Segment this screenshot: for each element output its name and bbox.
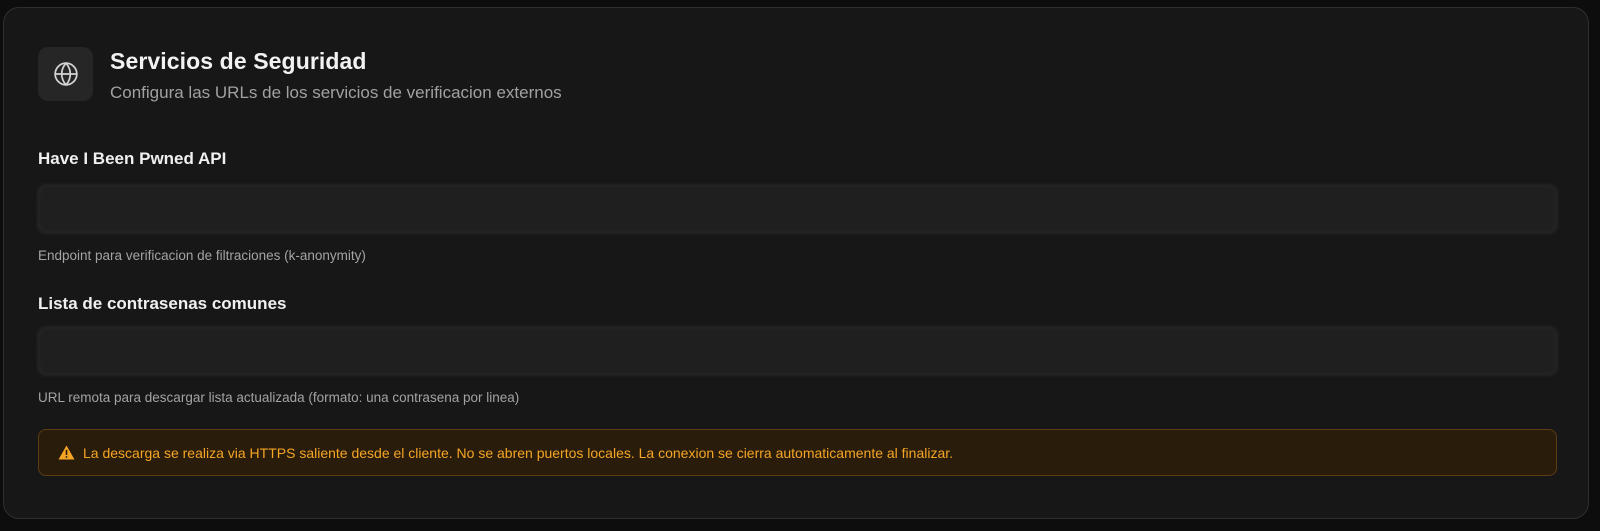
security-services-card: Servicios de Seguridad Configura las URL… <box>3 7 1589 519</box>
section-title: Servicios de Seguridad <box>110 48 367 74</box>
section-subtitle: Configura las URLs de los servicios de v… <box>110 83 562 102</box>
common-passwords-url-input[interactable] <box>38 327 1557 375</box>
warning-text: La descarga se realiza via HTTPS salient… <box>83 444 954 461</box>
hibp-api-help: Endpoint para verificacion de filtracion… <box>38 248 366 263</box>
https-warning-banner: La descarga se realiza via HTTPS salient… <box>38 429 1557 476</box>
hibp-api-input[interactable] <box>38 185 1557 233</box>
globe-icon <box>53 62 78 86</box>
hibp-api-label: Have I Been Pwned API <box>38 149 227 168</box>
warning-triangle-icon <box>58 445 75 460</box>
header-icon-container <box>38 47 93 101</box>
common-passwords-label: Lista de contrasenas comunes <box>38 294 287 313</box>
common-passwords-help: URL remota para descargar lista actualiz… <box>38 390 520 405</box>
